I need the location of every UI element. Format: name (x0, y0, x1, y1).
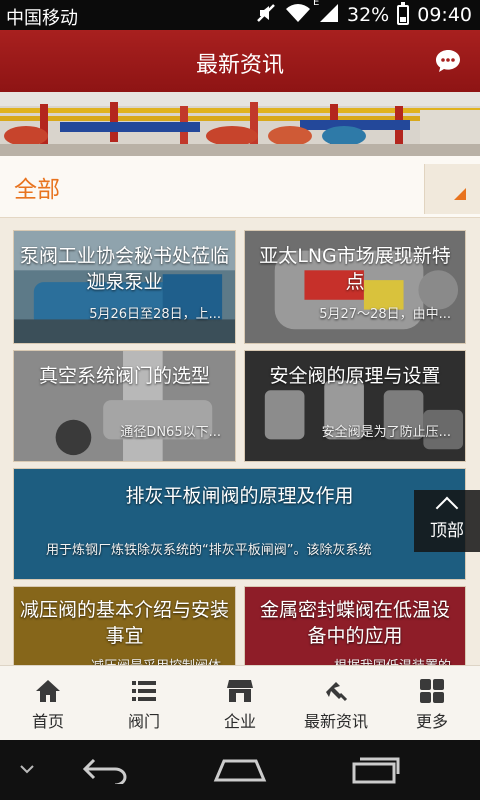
nav-label: 最新资讯 (303, 712, 368, 731)
wifi-icon (285, 3, 311, 28)
nav-item-valves[interactable]: 阀门 (96, 666, 192, 740)
article-summary: 通径DN65以下... (120, 425, 221, 440)
status-indicators: E 32% 09:40 (255, 0, 472, 29)
battery-icon (397, 2, 410, 25)
page-title: 最新资讯 (195, 53, 284, 78)
list-icon (132, 681, 156, 701)
bottom-nav: 首页 阀门 企业 最新资讯 更多 (0, 665, 480, 740)
banner-image[interactable] (0, 92, 480, 156)
article-card[interactable]: 真空系统阀门的选型 通径DN65以下... (13, 350, 236, 462)
nav-label: 企业 (223, 712, 256, 731)
back-to-top-label: 顶部 (430, 521, 464, 541)
article-card[interactable]: 泵阀工业协会秘书处莅临迦泉泵业 5月26日至28日，上... (13, 230, 236, 344)
article-summary: 用于炼钢厂炼铁除灰系统的“排灰平板闸阀”。该除灰系统 (46, 543, 372, 558)
article-summary: 5月27～28日，由中... (319, 307, 451, 322)
nav-item-home[interactable]: 首页 (0, 666, 96, 740)
category-bar: 全部 (0, 156, 480, 218)
article-title: 安全阀的原理与设置 (269, 365, 441, 387)
signal-icon: E (313, 0, 339, 28)
article-title: 金属密封蝶阀在低温设备中的应用 (259, 599, 450, 647)
nav-label: 首页 (31, 712, 64, 731)
nav-item-more[interactable]: 更多 (384, 666, 480, 740)
clock: 09:40 (417, 4, 472, 26)
carrier-name: 中国移动 (6, 8, 78, 29)
store-icon (227, 680, 253, 702)
mute-icon (255, 2, 277, 29)
nav-item-news[interactable]: 最新资讯 (288, 666, 384, 740)
category-selected[interactable]: 全部 (14, 170, 60, 204)
article-summary: 安全阀是为了防止压... (321, 425, 451, 440)
status-bar: 中国移动 E 32% 09:40 (0, 0, 480, 30)
nav-label: 阀门 (127, 712, 160, 731)
article-title: 泵阀工业协会秘书处莅临迦泉泵业 (20, 245, 230, 293)
news-icon (326, 682, 348, 702)
article-card[interactable]: 排灰平板闸阀的原理及作用 用于炼钢厂炼铁除灰系统的“排灰平板闸阀”。该除灰系统 (13, 468, 466, 580)
nav-item-company[interactable]: 企业 (192, 666, 288, 740)
recent-apps-icon[interactable] (352, 756, 400, 784)
back-to-top-button[interactable]: 顶部 (414, 490, 480, 552)
chat-bubble-icon (436, 50, 460, 72)
nav-label: 更多 (415, 712, 448, 731)
article-card[interactable]: 安全阀的原理与设置 安全阀是为了防止压... (244, 350, 466, 462)
article-card[interactable]: 金属密封蝶阀在低温设备中的应用 根据我国低温装置的 (244, 586, 466, 666)
category-dropdown-button[interactable] (424, 164, 480, 214)
dropdown-triangle-icon (454, 188, 466, 200)
system-nav-bar (0, 740, 480, 800)
article-title: 排灰平板闸阀的原理及作用 (125, 485, 354, 507)
app-header: 最新资讯 (0, 30, 480, 92)
home-button-icon[interactable] (212, 758, 268, 782)
article-title: 真空系统阀门的选型 (38, 365, 210, 387)
back-icon[interactable] (82, 756, 132, 784)
chevron-down-icon[interactable] (18, 762, 36, 776)
message-button[interactable] (434, 47, 462, 75)
article-card[interactable]: 减压阀的基本介绍与安装事宜 减压阀是采用控制阀体 (13, 586, 236, 666)
article-card[interactable]: 亚太LNG市场展现新特点 5月27～28日，由中... (244, 230, 466, 344)
home-icon (36, 680, 60, 702)
battery-percent: 32% (347, 4, 390, 26)
article-summary: 5月26日至28日，上... (89, 307, 221, 322)
article-title: 亚太LNG市场展现新特点 (259, 245, 451, 293)
grid-icon (420, 679, 444, 703)
network-type: E (313, 0, 320, 8)
article-title: 减压阀的基本介绍与安装事宜 (20, 599, 230, 647)
